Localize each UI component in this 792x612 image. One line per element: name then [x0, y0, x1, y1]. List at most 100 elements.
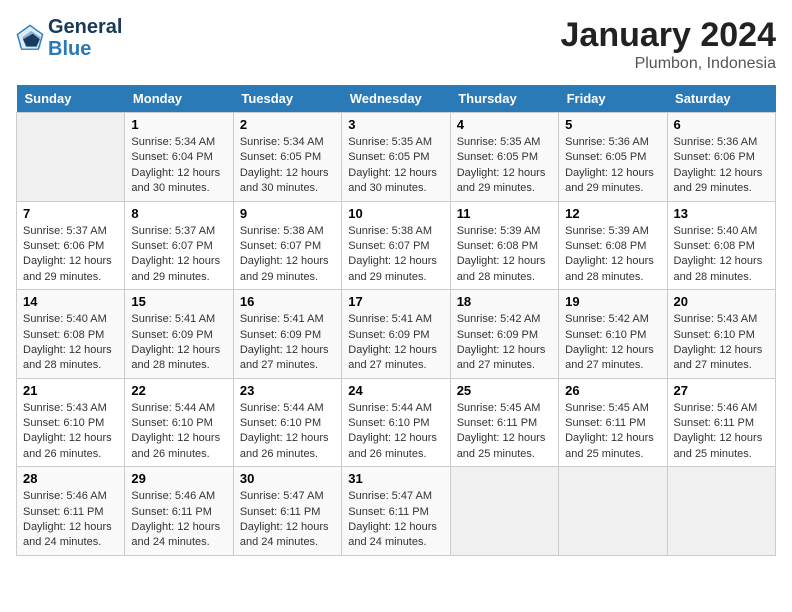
- day-number: 30: [240, 471, 335, 486]
- cell-content: Sunrise: 5:43 AMSunset: 6:10 PMDaylight:…: [674, 312, 769, 374]
- day-number: 27: [674, 383, 769, 398]
- day-number: 11: [457, 206, 552, 221]
- calendar-table: SundayMondayTuesdayWednesdayThursdayFrid…: [16, 85, 776, 556]
- day-number: 18: [457, 294, 552, 309]
- cell-content: Sunrise: 5:34 AMSunset: 6:04 PMDaylight:…: [131, 135, 226, 197]
- cell-content: Sunrise: 5:43 AMSunset: 6:10 PMDaylight:…: [23, 401, 118, 463]
- calendar-cell: [450, 467, 558, 556]
- calendar-cell: 30 Sunrise: 5:47 AMSunset: 6:11 PMDayligh…: [233, 467, 341, 556]
- day-number: 19: [565, 294, 660, 309]
- day-number: 8: [131, 206, 226, 221]
- cell-content: Sunrise: 5:41 AMSunset: 6:09 PMDaylight:…: [348, 312, 443, 374]
- calendar-body: 1 Sunrise: 5:34 AMSunset: 6:04 PMDaylight…: [17, 113, 776, 556]
- calendar-cell: 20Sunrise: 5:43 AMSunset: 6:10 PMDayligh…: [667, 290, 775, 379]
- day-number: 17: [348, 294, 443, 309]
- calendar-week-row: 28 Sunrise: 5:46 AMSunset: 6:11 PMDayligh…: [17, 467, 776, 556]
- day-number: 2: [240, 117, 335, 132]
- calendar-cell: 19Sunrise: 5:42 AMSunset: 6:10 PMDayligh…: [559, 290, 667, 379]
- cell-content: Sunrise: 5:40 AMSunset: 6:08 PMDaylight:…: [23, 312, 118, 374]
- day-number: 10: [348, 206, 443, 221]
- calendar-cell: 18 Sunrise: 5:42 AMSunset: 6:09 PMDayligh…: [450, 290, 558, 379]
- calendar-cell: 29 Sunrise: 5:46 AMSunset: 6:11 PMDayligh…: [125, 467, 233, 556]
- page-subtitle: Plumbon, Indonesia: [561, 55, 777, 73]
- calendar-cell: 24Sunrise: 5:44 AMSunset: 6:10 PMDayligh…: [342, 378, 450, 467]
- cell-content: Sunrise: 5:36 AMSunset: 6:06 PMDaylight:…: [674, 135, 769, 197]
- calendar-cell: 23Sunrise: 5:44 AMSunset: 6:10 PMDayligh…: [233, 378, 341, 467]
- calendar-cell: [559, 467, 667, 556]
- page-header: General Blue January 2024 Plumbon, Indon…: [16, 16, 776, 73]
- day-number: 25: [457, 383, 552, 398]
- calendar-cell: 3 Sunrise: 5:35 AMSunset: 6:05 PMDaylight…: [342, 113, 450, 202]
- calendar-cell: 12 Sunrise: 5:39 AMSunset: 6:08 PMDayligh…: [559, 201, 667, 290]
- logo: General Blue: [16, 16, 122, 60]
- calendar-cell: 15Sunrise: 5:41 AMSunset: 6:09 PMDayligh…: [125, 290, 233, 379]
- calendar-week-row: 21 Sunrise: 5:43 AMSunset: 6:10 PMDayligh…: [17, 378, 776, 467]
- day-number: 12: [565, 206, 660, 221]
- weekday-header: Friday: [559, 85, 667, 113]
- cell-content: Sunrise: 5:34 AMSunset: 6:05 PMDaylight:…: [240, 135, 335, 197]
- cell-content: Sunrise: 5:35 AMSunset: 6:05 PMDaylight:…: [348, 135, 443, 197]
- day-number: 1: [131, 117, 226, 132]
- day-number: 4: [457, 117, 552, 132]
- day-number: 21: [23, 383, 118, 398]
- day-number: 29: [131, 471, 226, 486]
- cell-content: Sunrise: 5:38 AMSunset: 6:07 PMDaylight:…: [348, 224, 443, 286]
- cell-content: Sunrise: 5:46 AMSunset: 6:11 PMDaylight:…: [23, 489, 118, 551]
- page-title: January 2024: [561, 16, 777, 55]
- cell-content: Sunrise: 5:45 AMSunset: 6:11 PMDaylight:…: [565, 401, 660, 463]
- day-number: 13: [674, 206, 769, 221]
- cell-content: Sunrise: 5:37 AMSunset: 6:07 PMDaylight:…: [131, 224, 226, 286]
- calendar-cell: 25 Sunrise: 5:45 AMSunset: 6:11 PMDayligh…: [450, 378, 558, 467]
- calendar-cell: [17, 113, 125, 202]
- weekday-header: Tuesday: [233, 85, 341, 113]
- day-number: 14: [23, 294, 118, 309]
- cell-content: Sunrise: 5:35 AMSunset: 6:05 PMDaylight:…: [457, 135, 552, 197]
- day-number: 26: [565, 383, 660, 398]
- calendar-cell: 26 Sunrise: 5:45 AMSunset: 6:11 PMDayligh…: [559, 378, 667, 467]
- calendar-cell: 31Sunrise: 5:47 AMSunset: 6:11 PMDayligh…: [342, 467, 450, 556]
- day-number: 3: [348, 117, 443, 132]
- calendar-cell: 11 Sunrise: 5:39 AMSunset: 6:08 PMDayligh…: [450, 201, 558, 290]
- cell-content: Sunrise: 5:46 AMSunset: 6:11 PMDaylight:…: [131, 489, 226, 551]
- calendar-header: SundayMondayTuesdayWednesdayThursdayFrid…: [17, 85, 776, 113]
- cell-content: Sunrise: 5:46 AMSunset: 6:11 PMDaylight:…: [674, 401, 769, 463]
- day-number: 22: [131, 383, 226, 398]
- calendar-cell: 1 Sunrise: 5:34 AMSunset: 6:04 PMDaylight…: [125, 113, 233, 202]
- weekday-header: Wednesday: [342, 85, 450, 113]
- calendar-cell: 17 Sunrise: 5:41 AMSunset: 6:09 PMDayligh…: [342, 290, 450, 379]
- weekday-header: Saturday: [667, 85, 775, 113]
- calendar-cell: 4 Sunrise: 5:35 AMSunset: 6:05 PMDaylight…: [450, 113, 558, 202]
- calendar-cell: 28 Sunrise: 5:46 AMSunset: 6:11 PMDayligh…: [17, 467, 125, 556]
- cell-content: Sunrise: 5:44 AMSunset: 6:10 PMDaylight:…: [240, 401, 335, 463]
- cell-content: Sunrise: 5:37 AMSunset: 6:06 PMDaylight:…: [23, 224, 118, 286]
- day-number: 15: [131, 294, 226, 309]
- day-number: 6: [674, 117, 769, 132]
- day-number: 7: [23, 206, 118, 221]
- cell-content: Sunrise: 5:41 AMSunset: 6:09 PMDaylight:…: [240, 312, 335, 374]
- header-row: SundayMondayTuesdayWednesdayThursdayFrid…: [17, 85, 776, 113]
- weekday-header: Monday: [125, 85, 233, 113]
- logo-text: General Blue: [48, 16, 122, 60]
- calendar-cell: [667, 467, 775, 556]
- day-number: 16: [240, 294, 335, 309]
- calendar-cell: 16 Sunrise: 5:41 AMSunset: 6:09 PMDayligh…: [233, 290, 341, 379]
- logo-icon: [16, 24, 44, 52]
- calendar-cell: 5Sunrise: 5:36 AMSunset: 6:05 PMDaylight…: [559, 113, 667, 202]
- calendar-cell: 10 Sunrise: 5:38 AMSunset: 6:07 PMDayligh…: [342, 201, 450, 290]
- calendar-cell: 9Sunrise: 5:38 AMSunset: 6:07 PMDaylight…: [233, 201, 341, 290]
- calendar-cell: 14 Sunrise: 5:40 AMSunset: 6:08 PMDayligh…: [17, 290, 125, 379]
- cell-content: Sunrise: 5:39 AMSunset: 6:08 PMDaylight:…: [457, 224, 552, 286]
- day-number: 28: [23, 471, 118, 486]
- cell-content: Sunrise: 5:42 AMSunset: 6:09 PMDaylight:…: [457, 312, 552, 374]
- day-number: 9: [240, 206, 335, 221]
- calendar-week-row: 7 Sunrise: 5:37 AMSunset: 6:06 PMDaylight…: [17, 201, 776, 290]
- cell-content: Sunrise: 5:45 AMSunset: 6:11 PMDaylight:…: [457, 401, 552, 463]
- calendar-cell: 27 Sunrise: 5:46 AMSunset: 6:11 PMDayligh…: [667, 378, 775, 467]
- calendar-cell: 22Sunrise: 5:44 AMSunset: 6:10 PMDayligh…: [125, 378, 233, 467]
- cell-content: Sunrise: 5:39 AMSunset: 6:08 PMDaylight:…: [565, 224, 660, 286]
- cell-content: Sunrise: 5:47 AMSunset: 6:11 PMDaylight:…: [240, 489, 335, 551]
- cell-content: Sunrise: 5:44 AMSunset: 6:10 PMDaylight:…: [348, 401, 443, 463]
- title-block: January 2024 Plumbon, Indonesia: [561, 16, 777, 73]
- calendar-cell: 21 Sunrise: 5:43 AMSunset: 6:10 PMDayligh…: [17, 378, 125, 467]
- calendar-cell: 8 Sunrise: 5:37 AMSunset: 6:07 PMDaylight…: [125, 201, 233, 290]
